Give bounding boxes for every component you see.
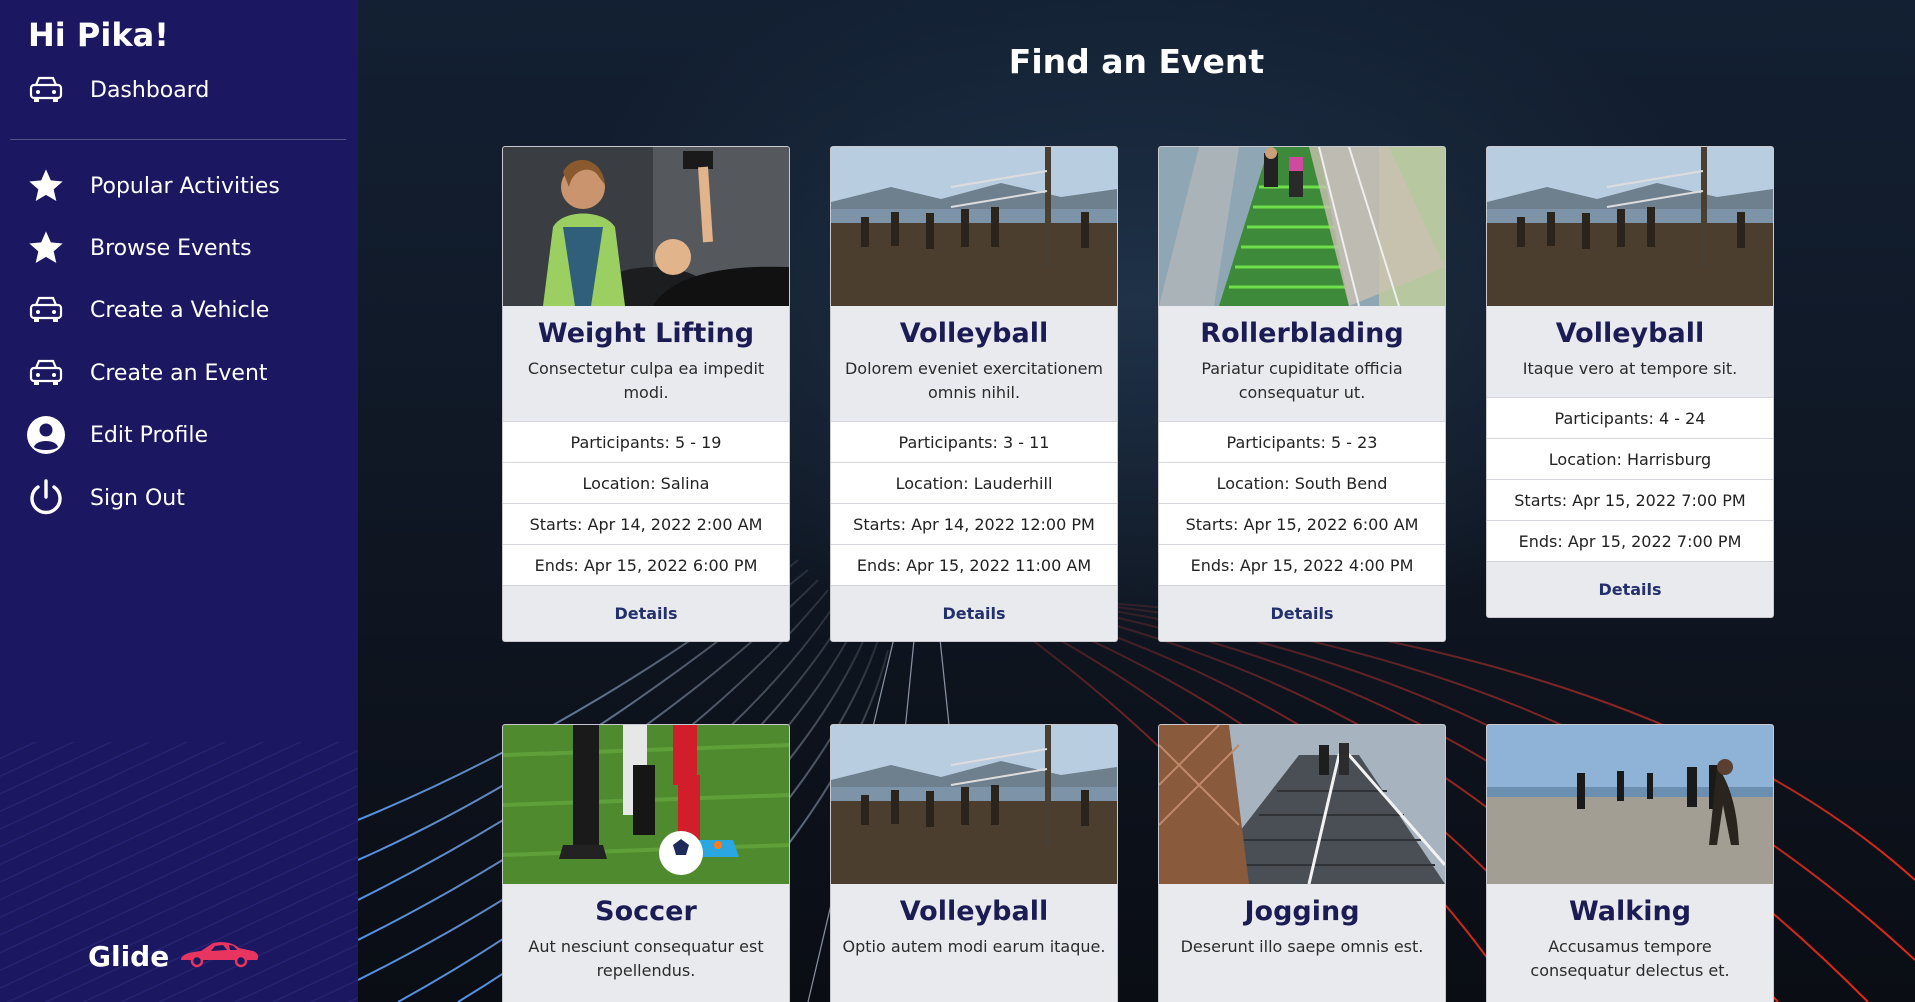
event-location: Location: Harrisburg [1487,438,1773,479]
car-icon [177,938,261,974]
sidebar-item-label: Edit Profile [90,422,209,448]
star-icon [24,226,68,270]
sidebar-item-browse-events[interactable]: Browse Events [24,225,252,271]
event-end: Ends: Apr 15, 2022 4:00 PM [1159,544,1445,585]
car-icon [24,288,68,332]
card-footer: Details [1487,561,1773,617]
sidebar-item-label: Dashboard [90,77,210,103]
event-card: Soccer Aut nesciunt consequatur est repe… [502,724,790,1002]
event-title: Volleyball [1555,318,1705,349]
event-start: Starts: Apr 14, 2022 2:00 AM [503,503,789,544]
event-participants: Participants: 3 - 11 [831,421,1117,462]
sidebar-item-dashboard[interactable]: Dashboard [24,67,209,113]
event-card: Volleyball Itaque vero at tempore sit. P… [1486,146,1774,618]
event-description: Optio autem modi earum itaque. [842,937,1106,956]
event-card: Weight Lifting Consectetur culpa ea impe… [502,146,790,642]
event-image [831,725,1117,884]
event-start: Starts: Apr 15, 2022 7:00 PM [1487,479,1773,520]
car-icon [24,351,68,395]
user-icon [24,413,68,457]
event-title: Walking [1568,896,1692,927]
event-description: Aut nesciunt consequatur est repellendus… [528,937,764,980]
event-participants: Participants: 5 - 19 [503,421,789,462]
sidebar-item-edit-profile[interactable]: Edit Profile [24,412,208,458]
details-link[interactable]: Details [1598,580,1661,599]
details-link[interactable]: Details [942,604,1005,623]
sidebar-item-popular-activities[interactable]: Popular Activities [24,163,280,209]
event-end: Ends: Apr 15, 2022 7:00 PM [1487,520,1773,561]
event-card: Walking Accusamus tempore consequatur de… [1486,724,1774,1002]
event-description: Itaque vero at tempore sit. [1522,359,1738,378]
details-link[interactable]: Details [1270,604,1333,623]
event-image [503,725,789,884]
event-start: Starts: Apr 14, 2022 12:00 PM [831,503,1117,544]
sidebar-item-sign-out[interactable]: Sign Out [24,475,185,521]
power-icon [24,476,68,520]
event-title: Volleyball [899,896,1049,927]
star-icon [24,164,68,208]
event-title: Rollerblading [1200,318,1404,349]
brand-name: Glide [88,939,170,973]
sidebar: Hi Pika! Dashboard Popular Activities Br… [0,0,358,1002]
event-end: Ends: Apr 15, 2022 11:00 AM [831,544,1117,585]
event-participants: Participants: 4 - 24 [1487,397,1773,438]
event-card: Volleyball Dolorem eveniet exercitatione… [830,146,1118,642]
event-start: Starts: Apr 15, 2022 6:00 AM [1159,503,1445,544]
event-image [1487,147,1773,306]
card-footer: Details [831,585,1117,641]
event-description: Accusamus tempore consequatur delectus e… [1530,937,1730,980]
event-location: Location: Lauderhill [831,462,1117,503]
event-card: Volleyball Optio autem modi earum itaque… [830,724,1118,1002]
event-end: Ends: Apr 15, 2022 6:00 PM [503,544,789,585]
card-footer: Details [503,585,789,641]
event-image [831,147,1117,306]
sidebar-item-label: Popular Activities [90,173,280,199]
page-title: Find an Event [1008,42,1265,81]
car-icon [24,68,68,112]
sidebar-item-label: Create an Event [90,360,268,386]
event-title: Volleyball [899,318,1049,349]
event-description: Pariatur cupiditate officia consequatur … [1201,359,1403,402]
event-description: Dolorem eveniet exercitationem omnis nih… [844,359,1104,402]
details-link[interactable]: Details [614,604,677,623]
event-card: Jogging Deserunt illo saepe omnis est. [1158,724,1446,1002]
event-location: Location: South Bend [1159,462,1445,503]
event-title: Soccer [595,896,697,927]
event-image [1487,725,1773,884]
sidebar-item-create-event[interactable]: Create an Event [24,350,268,396]
main-content: Find an Event Weight Lifting Consectetur… [358,0,1915,1002]
event-image [1159,725,1445,884]
sidebar-item-create-vehicle[interactable]: Create a Vehicle [24,287,269,333]
event-location: Location: Salina [503,462,789,503]
sidebar-item-label: Create a Vehicle [90,297,270,323]
event-participants: Participants: 5 - 23 [1159,421,1445,462]
card-footer: Details [1159,585,1445,641]
event-title: Jogging [1244,896,1360,927]
sidebar-divider [10,139,346,140]
event-card: Rollerblading Pariatur cupiditate offici… [1158,146,1446,642]
event-image [503,147,789,306]
event-title: Weight Lifting [537,318,755,349]
brand-logo: Glide [88,938,261,974]
event-description: Deserunt illo saepe omnis est. [1180,937,1424,956]
sidebar-item-label: Sign Out [90,485,185,511]
greeting: Hi Pika! [28,16,169,54]
event-image [1159,147,1445,306]
event-description: Consectetur culpa ea impedit modi. [527,359,765,402]
sidebar-item-label: Browse Events [90,235,252,261]
